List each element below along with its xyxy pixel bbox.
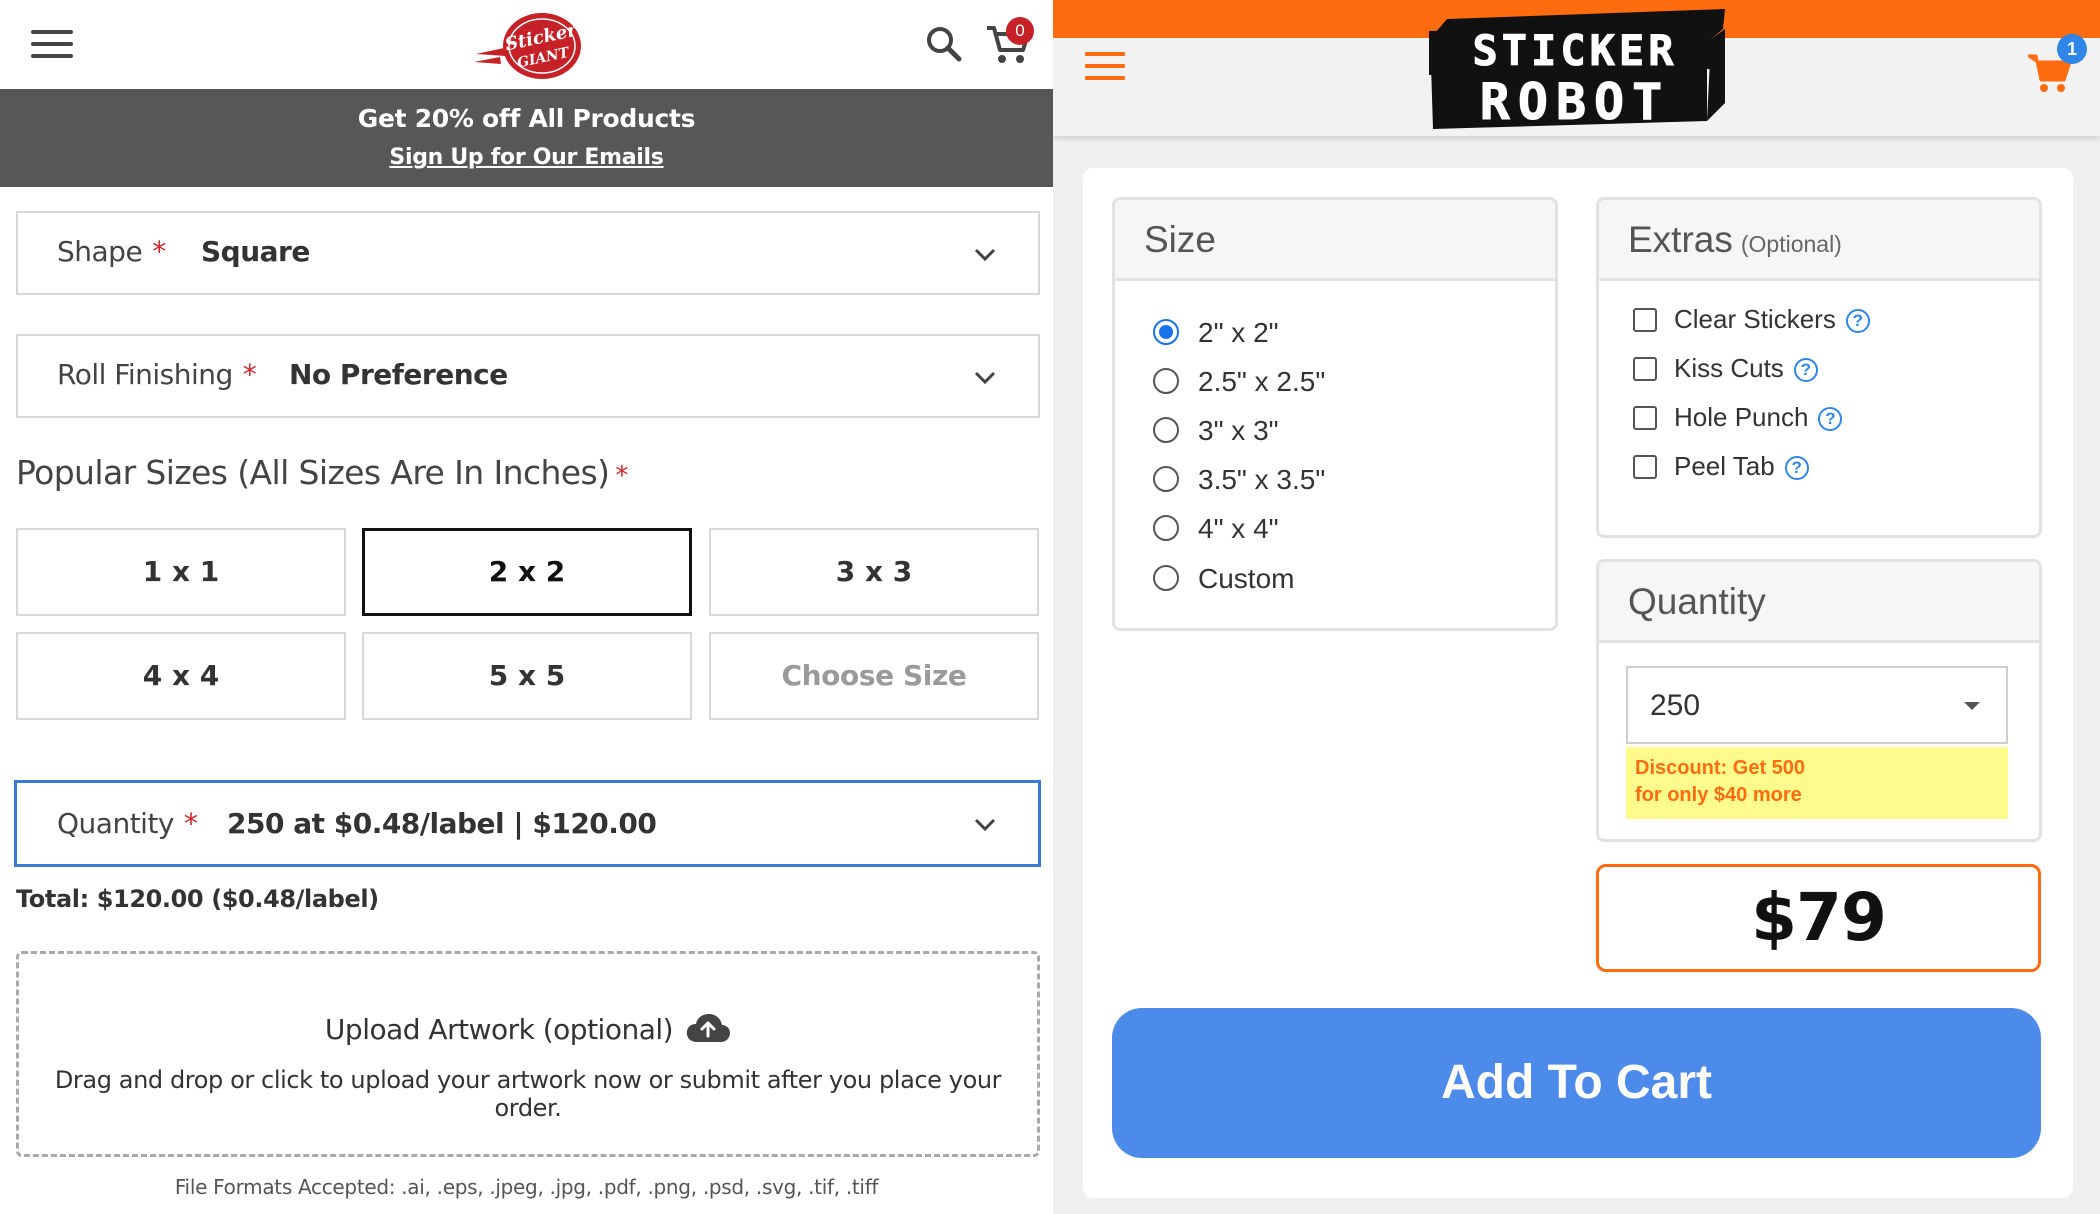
size-option-label: 4" x 4" <box>1198 513 1279 544</box>
extras-optional-note: (Optional) <box>1740 231 1842 257</box>
radio-button[interactable] <box>1153 368 1179 394</box>
popular-sizes-heading: Popular Sizes (All Sizes Are In Inches) * <box>16 453 628 492</box>
shape-value: Square <box>201 235 310 268</box>
size-option-2x2[interactable]: 2 x 2 <box>362 528 692 616</box>
roll-finishing-label: Roll Finishing <box>57 358 233 391</box>
checkbox[interactable] <box>1633 455 1657 479</box>
upload-title: Upload Artwork (optional) <box>324 1013 674 1046</box>
radio-button[interactable] <box>1153 515 1179 541</box>
required-asterisk: * <box>615 461 628 491</box>
caret-down-icon <box>1964 702 1980 710</box>
size-option-3x3[interactable]: 3 x 3 <box>709 528 1039 616</box>
radio-button[interactable] <box>1153 417 1179 443</box>
help-icon[interactable]: ? <box>1793 358 1818 383</box>
order-total: Total: $120.00 ($0.48/label) <box>16 885 379 913</box>
checkbox[interactable] <box>1633 308 1657 332</box>
cart-count-badge: 0 <box>1006 17 1034 45</box>
file-formats-note: File Formats Accepted: .ai, .eps, .jpeg,… <box>174 1175 879 1199</box>
size-option-label: 3" x 3" <box>1198 415 1279 446</box>
extra-option-label: Hole Punch <box>1674 402 1809 432</box>
chevron-down-icon <box>974 371 996 385</box>
radio-button[interactable] <box>1153 319 1179 345</box>
sticker-robot-logo[interactable]: STICKER ROBOT <box>1425 3 1737 131</box>
extras-panel: Extras (Optional) Clear Stickers? Kiss Cu… <box>1596 197 2042 538</box>
size-option-5x5[interactable]: 5 x 5 <box>362 632 692 720</box>
extras-panel-title: Extras <box>1628 219 1733 260</box>
price-display: $79 <box>1596 864 2041 972</box>
extra-option-label: Peel Tab <box>1674 451 1775 481</box>
quantity-panel-title: Quantity <box>1628 581 1766 622</box>
quantity-value: 250 <box>1650 689 1701 722</box>
quantity-select[interactable]: Quantity * 250 at $0.48/label | $120.00 <box>14 780 1041 867</box>
extra-option-label: Clear Stickers <box>1674 304 1836 334</box>
shape-label: Shape <box>57 235 143 268</box>
checkbox[interactable] <box>1633 357 1657 381</box>
radio-button[interactable] <box>1153 565 1179 591</box>
artwork-upload-dropzone[interactable]: Upload Artwork (optional) Drag and drop … <box>16 951 1040 1157</box>
cloud-upload-icon <box>686 1014 731 1042</box>
promo-banner: Get 20% off All Products Sign Up for Our… <box>0 89 1053 187</box>
promo-headline: Get 20% off All Products <box>357 104 696 133</box>
search-icon[interactable] <box>925 25 963 63</box>
upload-description: Drag and drop or click to upload your ar… <box>54 1066 1002 1122</box>
menu-icon[interactable] <box>1085 52 1125 82</box>
help-icon[interactable]: ? <box>1845 309 1870 334</box>
radio-button[interactable] <box>1153 466 1179 492</box>
size-option-4x4[interactable]: 4 x 4 <box>16 632 346 720</box>
shape-select[interactable]: Shape * Square <box>16 211 1040 295</box>
quantity-panel: Quantity 250 Discount: Get 500 for only … <box>1596 559 2042 842</box>
size-option-label: 2" x 2" <box>1198 317 1279 348</box>
help-icon[interactable]: ? <box>1784 456 1809 481</box>
sticker-giant-logo[interactable]: Sticker GIANT <box>470 10 586 80</box>
extra-option-label: Kiss Cuts <box>1674 353 1784 383</box>
logo-line-1: STICKER <box>1472 26 1677 75</box>
roll-finishing-select[interactable]: Roll Finishing * No Preference <box>16 334 1040 418</box>
help-icon[interactable]: ? <box>1818 407 1843 432</box>
size-option-label: 2.5" x 2.5" <box>1198 366 1326 397</box>
size-option-label: 3.5" x 3.5" <box>1198 464 1326 495</box>
quantity-label: Quantity <box>57 807 175 840</box>
size-option-label: Custom <box>1198 563 1295 594</box>
required-asterisk: * <box>184 807 198 840</box>
choose-size-button[interactable]: Choose Size <box>709 632 1039 720</box>
required-asterisk: * <box>152 235 166 268</box>
email-signup-link[interactable]: Sign Up for Our Emails <box>0 145 1053 170</box>
size-panel: Size 2" x 2" 2.5" x 2.5" 3" x 3" 3.5" x … <box>1112 197 1558 631</box>
sg-header: Sticker GIANT 0 <box>0 0 1053 89</box>
add-to-cart-button[interactable]: Add To Cart <box>1112 1008 2041 1158</box>
required-asterisk: * <box>242 358 257 391</box>
size-option-1x1[interactable]: 1 x 1 <box>16 528 346 616</box>
cart-count-badge: 1 <box>2057 34 2087 64</box>
discount-line-2: for only $40 more <box>1635 784 1802 806</box>
quantity-dropdown[interactable]: 250 <box>1626 666 2008 744</box>
chevron-down-icon <box>974 248 996 262</box>
chevron-down-icon <box>974 818 996 832</box>
logo-line-2: ROBOT <box>1480 73 1671 131</box>
size-panel-title: Size <box>1144 219 1216 260</box>
checkbox[interactable] <box>1633 406 1657 430</box>
discount-line-1: Discount: Get 500 <box>1635 757 1806 779</box>
menu-icon[interactable] <box>31 30 73 60</box>
roll-finishing-value: No Preference <box>289 358 508 391</box>
quantity-value: 250 at $0.48/label | $120.00 <box>227 807 657 840</box>
discount-callout: Discount: Get 500 for only $40 more <box>1626 747 2008 819</box>
sticker-giant-panel: Sticker GIANT 0 Get 20% off All Products… <box>0 0 1053 1214</box>
